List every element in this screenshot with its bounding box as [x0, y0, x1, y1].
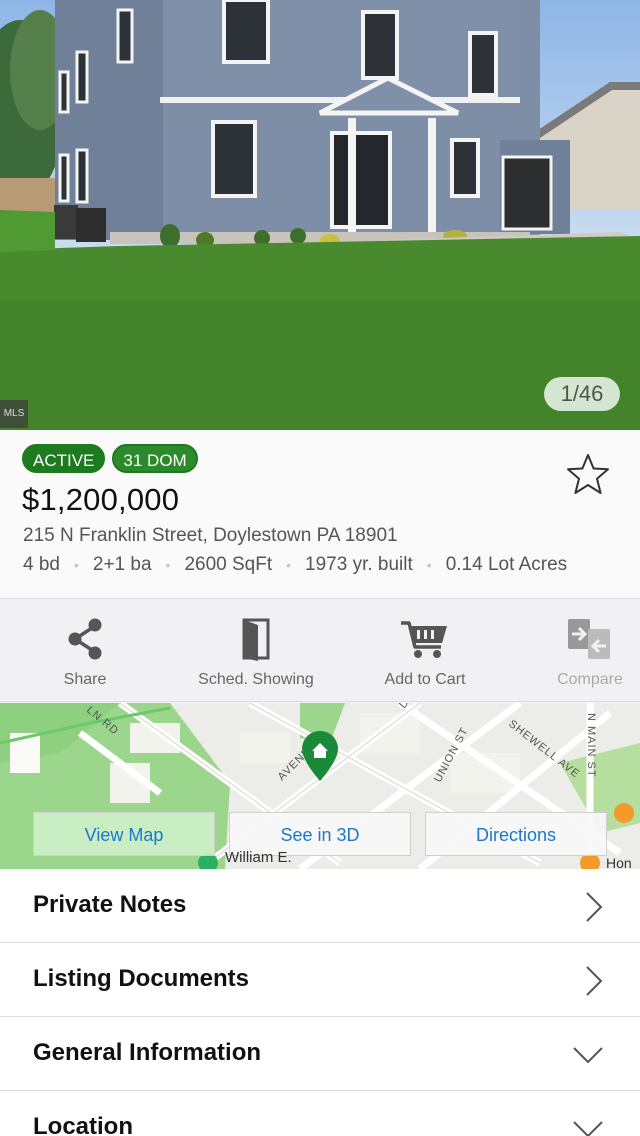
private-notes-label: Private Notes: [33, 891, 187, 918]
listing-documents-label: Listing Documents: [33, 965, 250, 992]
door-icon: [242, 618, 270, 661]
listing-price: $1,200,000: [22, 482, 180, 517]
share-button[interactable]: Share: [40, 617, 130, 689]
stat-lot-acres: 0.14 Lot Acres: [445, 554, 568, 575]
compare-button[interactable]: Compare: [540, 617, 640, 689]
map-label-n-main-st: N MAIN ST: [585, 713, 597, 778]
cart-icon: [401, 621, 447, 658]
schedule-showing-button[interactable]: Sched. Showing: [185, 617, 327, 689]
location-label: Location: [33, 1113, 133, 1136]
detail-sections: Private Notes Listing Documents General …: [0, 869, 640, 1136]
mls-logo-tag: MLS: [0, 400, 28, 428]
compare-label: Compare: [557, 671, 623, 688]
chevron-right-icon: [586, 966, 603, 996]
listing-address: 215 N Franklin Street, Doylestown PA 189…: [23, 525, 398, 546]
separator-dot: •: [286, 557, 292, 573]
chevron-down-icon: [573, 1047, 603, 1064]
stat-bedrooms: 4 bd: [23, 554, 60, 575]
favorite-star-icon[interactable]: [566, 452, 610, 496]
separator-dot: •: [426, 557, 432, 573]
compare-icon: [568, 619, 610, 659]
stat-sqft: 2600 SqFt: [184, 554, 273, 575]
view-map-button[interactable]: View Map: [33, 812, 215, 856]
status-badges: ACTIVE 31 DOM: [22, 444, 198, 473]
listing-photo[interactable]: 1/46 MLS: [0, 0, 640, 430]
add-to-cart-label: Add to Cart: [384, 671, 466, 688]
share-icon: [68, 618, 102, 660]
listing-stats: 4 bd • 2+1 ba • 2600 SqFt • 1973 yr. bui…: [23, 554, 567, 576]
listing-summary: ACTIVE 31 DOM $1,200,000 215 N Franklin …: [0, 430, 640, 598]
location-map[interactable]: LN RD AVENUE DE UNION ST SHEWELL AVE N M…: [0, 703, 640, 869]
add-to-cart-button[interactable]: Add to Cart: [370, 617, 480, 689]
stat-bathrooms: 2+1 ba: [92, 554, 152, 575]
listing-documents-row[interactable]: Listing Documents: [0, 943, 640, 1017]
location-row[interactable]: Location: [0, 1091, 640, 1136]
house-photo-illustration: [0, 0, 640, 430]
action-bar: Share Sched. Showing Add to Cart Compare: [0, 598, 640, 702]
schedule-showing-label: Sched. Showing: [198, 671, 314, 688]
photo-counter: 1/46: [544, 377, 620, 411]
directions-button[interactable]: Directions: [425, 812, 607, 856]
general-information-row[interactable]: General Information: [0, 1017, 640, 1091]
chevron-right-icon: [586, 892, 603, 922]
share-label: Share: [63, 671, 107, 688]
days-on-market-badge: 31 DOM: [112, 444, 198, 473]
chevron-down-icon: [573, 1121, 603, 1136]
map-label-william-e: William E.: [225, 849, 292, 866]
separator-dot: •: [73, 557, 79, 573]
general-information-label: General Information: [33, 1039, 262, 1066]
map-label-hon: Hon: [606, 855, 632, 869]
separator-dot: •: [165, 557, 171, 573]
private-notes-row[interactable]: Private Notes: [0, 869, 640, 943]
stat-year-built: 1973 yr. built: [305, 554, 413, 575]
status-badge-active: ACTIVE: [22, 444, 106, 473]
